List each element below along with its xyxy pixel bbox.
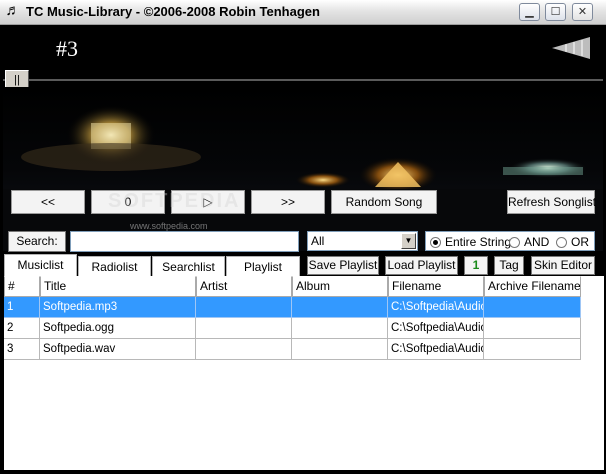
radio-and-label: AND (524, 235, 550, 249)
refresh-songlist-button[interactable]: Refresh Songlist (507, 190, 596, 214)
cell-title: Softpedia.wav (40, 339, 196, 360)
load-playlist-button[interactable]: Load Playlist (385, 256, 458, 275)
cell-album (292, 297, 388, 318)
cell-number: 3 (4, 339, 40, 360)
volume-icon[interactable] (552, 37, 592, 59)
cell-artist (196, 297, 292, 318)
cell-archive-filename (484, 318, 581, 339)
radio-dot-icon (509, 236, 520, 248)
radio-or[interactable]: OR (556, 235, 589, 249)
minimize-icon[interactable]: ▁ (519, 3, 540, 21)
watermark-text: SOFTPEDIA (108, 190, 241, 212)
tab-radiolist[interactable]: Radiolist (78, 256, 151, 276)
skin-editor-button[interactable]: Skin Editor (531, 256, 595, 275)
column-header-album[interactable]: Album (292, 276, 388, 297)
chevron-down-icon[interactable]: ▼ (401, 233, 416, 249)
column-header-number[interactable]: # (4, 276, 40, 297)
radio-and[interactable]: AND (509, 235, 549, 249)
list-tabs: Musiclist Radiolist Searchlist Playlist (4, 254, 300, 276)
search-input[interactable] (70, 231, 299, 252)
cell-filename: C:\Softpedia\Audio (388, 297, 484, 318)
cell-number: 1 (4, 297, 40, 318)
search-filter-select[interactable]: All ▼ (307, 231, 418, 251)
cell-filename: C:\Softpedia\Audio (388, 318, 484, 339)
cell-artist (196, 339, 292, 360)
track-number: #3 (56, 36, 78, 61)
column-header-artist[interactable]: Artist (196, 276, 292, 297)
cell-title: Softpedia.mp3 (40, 297, 196, 318)
cell-album (292, 318, 388, 339)
close-icon[interactable]: ✕ (572, 3, 593, 21)
search-filter-value: All (311, 234, 325, 248)
column-header-filename[interactable]: Filename (388, 276, 484, 297)
cell-album (292, 339, 388, 360)
save-playlist-button[interactable]: Save Playlist (307, 256, 379, 275)
cell-title: Softpedia.ogg (40, 318, 196, 339)
cell-archive-filename (484, 339, 581, 360)
column-header-archive-filename[interactable]: Archive Filename (484, 276, 581, 297)
search-mode-group: Entire String AND OR (425, 231, 595, 251)
radio-entire-string[interactable]: Entire String (430, 235, 511, 249)
column-header-title[interactable]: Title (40, 276, 196, 297)
radio-or-label: OR (571, 235, 589, 249)
search-button[interactable]: Search: (8, 231, 66, 252)
skin-background-image (3, 87, 603, 251)
tab-musiclist[interactable]: Musiclist (4, 254, 77, 276)
radio-dot-icon (430, 236, 441, 248)
cell-filename: C:\Softpedia\Audio (388, 339, 484, 360)
cell-artist (196, 318, 292, 339)
window-title: TC Music-Library - ©2006-2008 Robin Tenh… (26, 4, 320, 19)
next-button[interactable]: >> (251, 190, 325, 214)
title-bar[interactable]: ♬ TC Music-Library - ©2006-2008 Robin Te… (0, 0, 606, 25)
player-stage: #3 || (3, 25, 603, 251)
prev-button[interactable]: << (11, 190, 85, 214)
random-song-button[interactable]: Random Song (331, 190, 437, 214)
radio-dot-icon (556, 236, 567, 248)
concert-photo (3, 105, 603, 251)
cell-archive-filename (484, 297, 581, 318)
seek-track[interactable] (3, 79, 603, 81)
radio-entire-string-label: Entire String (445, 235, 512, 249)
music-note-icon[interactable]: ♬ (5, 3, 21, 19)
music-table: # Title Artist Album Filename Archive Fi… (4, 276, 604, 470)
tab-playlist[interactable]: Playlist (226, 256, 300, 276)
number-badge-button[interactable]: 1 (464, 256, 488, 275)
app-window: ♬ TC Music-Library - ©2006-2008 Robin Te… (0, 0, 606, 474)
watermark-url: www.softpedia.com (130, 221, 208, 231)
cell-number: 2 (4, 318, 40, 339)
tag-button[interactable]: Tag (494, 256, 524, 275)
tab-searchlist[interactable]: Searchlist (152, 256, 225, 276)
maximize-icon[interactable]: ☐ (545, 3, 566, 21)
